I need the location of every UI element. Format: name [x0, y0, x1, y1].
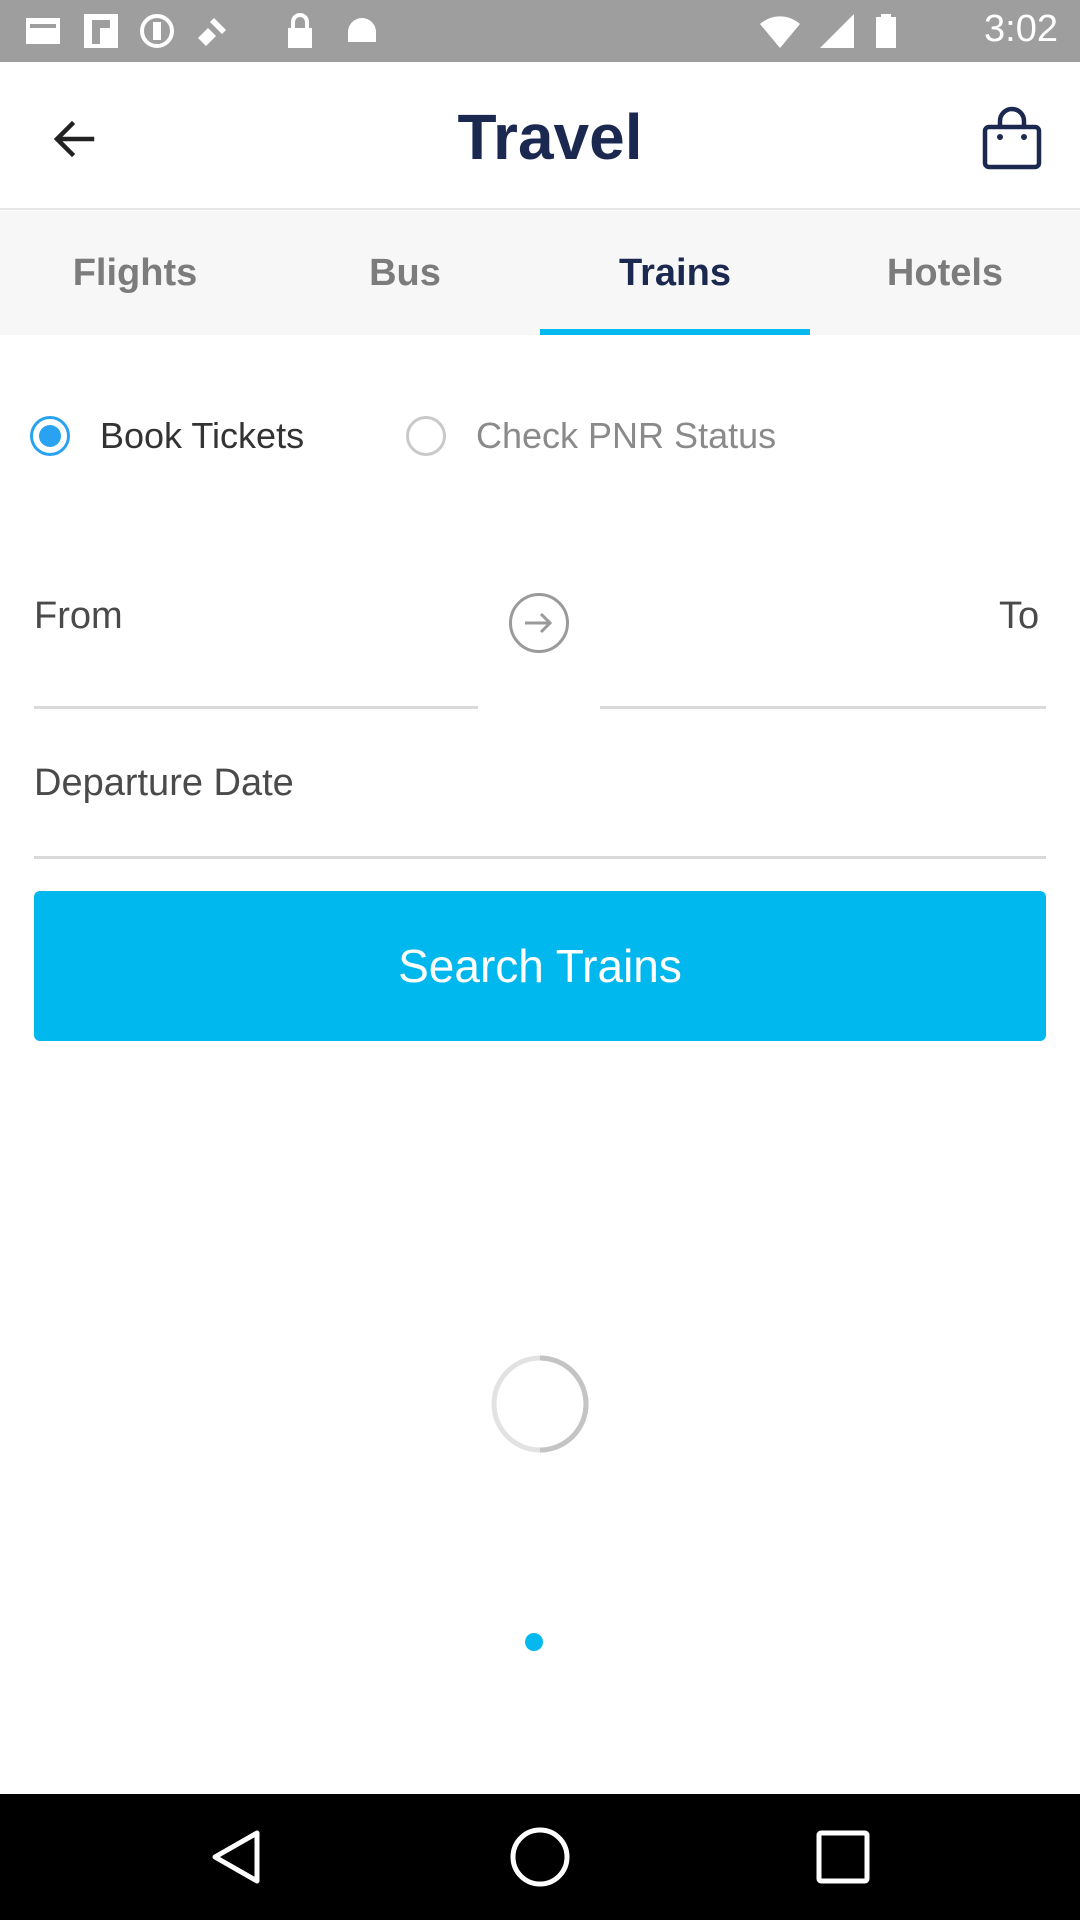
from-field[interactable]: From [34, 595, 123, 638]
cast-icon [26, 18, 60, 44]
cart-button[interactable] [974, 100, 1050, 176]
wifi-icon [760, 16, 800, 48]
lock-icon [288, 13, 312, 48]
search-trains-button[interactable]: Search Trains [34, 891, 1046, 1041]
square-recents-icon [816, 1830, 870, 1884]
tab-hotels[interactable]: Hotels [810, 211, 1080, 335]
shopping-bag-icon [982, 106, 1042, 170]
radio-label: Book Tickets [100, 415, 305, 456]
clock: 3:02 [984, 8, 1058, 50]
radio-label: Check PNR Status [476, 415, 777, 456]
app-bar: Travel [0, 62, 1080, 210]
page-indicator-dot [525, 1633, 543, 1651]
radio-check-pnr-status[interactable]: Check PNR Status [406, 415, 776, 457]
departure-date-field[interactable]: Departure Date [34, 762, 294, 805]
page-title: Travel [457, 101, 643, 173]
arrow-right-circle-icon [525, 612, 553, 634]
flipboard-icon [84, 14, 118, 48]
swap-stations-button[interactable] [509, 593, 569, 653]
to-field[interactable]: To [999, 595, 1039, 638]
triangle-back-icon [212, 1830, 260, 1884]
status-bar: 3:02 [0, 0, 1080, 62]
from-underline [34, 706, 478, 709]
departure-underline [34, 856, 1046, 859]
to-underline [600, 706, 1046, 709]
tab-flights[interactable]: Flights [0, 211, 270, 335]
data-saver-icon [140, 14, 174, 48]
nav-recents-button[interactable] [810, 1824, 876, 1890]
android-icon [348, 18, 376, 42]
tab-trains[interactable]: Trains [540, 211, 810, 335]
nav-back-button[interactable] [204, 1824, 270, 1890]
satellite-icon [198, 18, 226, 46]
radio-selected-indicator [30, 416, 70, 456]
battery-icon [876, 14, 896, 48]
loading-spinner-icon [491, 1355, 589, 1453]
circle-home-icon [510, 1827, 570, 1887]
nav-home-button[interactable] [507, 1824, 573, 1890]
radio-unselected-indicator [406, 416, 446, 456]
radio-book-tickets[interactable]: Book Tickets [30, 415, 304, 457]
tab-bus[interactable]: Bus [270, 211, 540, 335]
system-nav-bar [0, 1794, 1080, 1920]
signal-icon [820, 14, 854, 48]
category-tabs: Flights Bus Trains Hotels [0, 211, 1080, 335]
